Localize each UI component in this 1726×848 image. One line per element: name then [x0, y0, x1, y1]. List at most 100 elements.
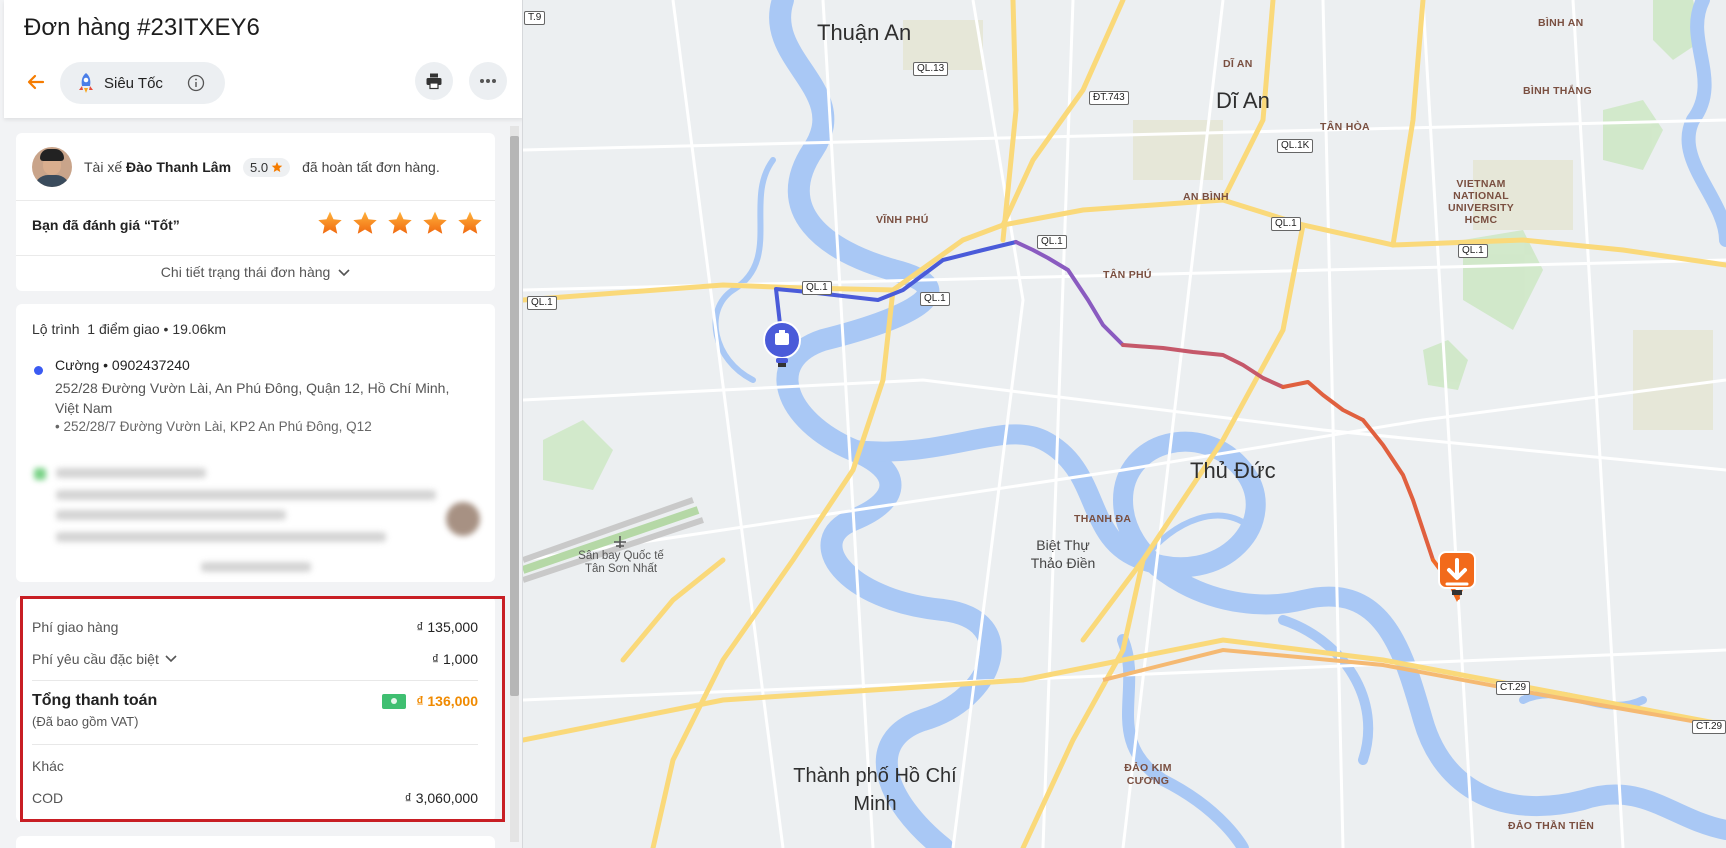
scrollbar-thumb[interactable]	[510, 136, 519, 696]
road-shield: QL.1	[527, 296, 557, 310]
road-shield: T.9	[524, 11, 546, 25]
cod-value: ₫ 3,060,000	[404, 790, 478, 806]
driver-status-text: đã hoàn tất đơn hàng.	[302, 159, 440, 175]
route-label: Lộ trình	[32, 321, 80, 337]
airport-icon	[614, 536, 626, 548]
download-pin-icon	[1438, 551, 1476, 602]
blurred-dropoff	[16, 444, 495, 582]
order-header: Đơn hàng #23ITXEY6 Siêu Tốc	[4, 0, 522, 118]
payment-card: Phí giao hàng ₫ 135,000 Phí yêu cầu đặc …	[16, 596, 495, 822]
map-label-airport: Sân bay Quốc tế Tân Sơn Nhất	[578, 550, 664, 575]
back-button[interactable]	[20, 66, 52, 98]
total-vat-note: (Đã bao gồm VAT)	[32, 714, 139, 729]
pickup-dot-icon	[34, 366, 43, 375]
divider	[16, 255, 495, 256]
road-shield: QL.1	[802, 281, 832, 295]
road-shield: QL.1	[920, 292, 950, 306]
arrow-left-icon	[27, 74, 45, 90]
map-label-di-an: Dĩ An	[1216, 88, 1270, 113]
star-icon[interactable]	[422, 210, 448, 236]
map-label-dao-kim-cuong: ĐẢO KIM CƯƠNG	[1124, 762, 1172, 787]
map-label-di-an-small: DĨ AN	[1223, 58, 1253, 70]
chevron-down-icon	[165, 655, 177, 663]
rating-text: Bạn đã đánh giá “Tốt”	[32, 217, 180, 233]
map-label-vnu: VIETNAM NATIONAL UNIVERSITY HCMC	[1447, 178, 1514, 226]
route-header: Lộ trình 1 điểm giao • 19.06km	[32, 321, 226, 337]
road-shield: QL.1	[1458, 244, 1488, 258]
star-icon[interactable]	[457, 210, 483, 236]
special-fee-value: ₫ 1,000	[431, 651, 478, 667]
delivery-fee-row: Phí giao hàng ₫ 135,000	[32, 619, 478, 635]
map-label-thuan-an: Thuận An	[817, 20, 912, 45]
map-label-thu-duc: Thủ Đức	[1190, 458, 1276, 483]
delivery-fee-value: ₫ 135,000	[416, 619, 478, 635]
total-row: Tổng thanh toán ₫ 136,000	[32, 692, 478, 710]
map-label-binh-thang: BÌNH THẮNG	[1523, 85, 1592, 97]
star-icon[interactable]	[352, 210, 378, 236]
pickup-note: • 252/28/7 Đường Vườn Lài, KP2 An Phú Đô…	[55, 419, 372, 434]
map-canvas	[523, 0, 1726, 848]
printer-icon	[426, 73, 442, 90]
map-label-tan-hoa: TÂN HÒA	[1320, 121, 1370, 133]
map-label-tan-phu: TÂN PHÚ	[1103, 269, 1152, 281]
driver-name: Đào Thanh Lâm	[126, 159, 232, 175]
map-label-dao-than-tien: ĐẢO THẦN TIÊN	[1508, 820, 1595, 832]
map-label-an-binh: AN BÌNH	[1183, 191, 1229, 203]
star-icon[interactable]	[387, 210, 413, 236]
total-value: ₫ 136,000	[416, 693, 478, 709]
print-button[interactable]	[415, 62, 453, 100]
other-row: Khác	[32, 758, 478, 774]
divider	[32, 744, 478, 745]
delivery-fee-label: Phí giao hàng	[32, 619, 119, 635]
cash-icon	[382, 693, 407, 709]
road-shield: CT.29	[1496, 681, 1531, 695]
cod-row: COD ₫ 3,060,000	[32, 790, 478, 806]
road-shield: QL.1K	[1277, 139, 1314, 153]
status-detail-label: Chi tiết trạng thái đơn hàng	[160, 264, 331, 280]
map-label-hcm: Thành phố Hồ Chí Minh	[793, 765, 957, 815]
road-shield: QL.1	[1037, 235, 1067, 249]
road-shield: QL.1	[1271, 217, 1301, 231]
order-title: Đơn hàng #23ITXEY6	[24, 14, 260, 41]
order-panel: Đơn hàng #23ITXEY6 Siêu Tốc Tài xế Đào T…	[0, 0, 523, 848]
road-shield: ĐT.743	[1089, 91, 1129, 105]
more-horizontal-icon	[480, 79, 496, 83]
driver-avatar	[32, 147, 72, 187]
total-amount: ₫ 136,000	[382, 693, 478, 709]
map-label-vinh-phu: VĨNH PHÚ	[876, 214, 929, 226]
route-card: Lộ trình 1 điểm giao • 19.06km Cường • 0…	[16, 304, 495, 582]
panel-scrollbar[interactable]	[510, 126, 519, 842]
info-icon[interactable]	[187, 74, 205, 92]
route-summary: 1 điểm giao • 19.06km	[87, 321, 227, 337]
star-icon	[271, 162, 283, 172]
driver-rating-badge: 5.0	[243, 157, 291, 177]
map-view[interactable]: Thuận An Dĩ An DĨ AN BÌNH AN BÌNH THẮNG …	[523, 0, 1726, 848]
other-label: Khác	[32, 758, 64, 774]
cod-label: COD	[32, 790, 64, 806]
chevron-down-icon	[338, 269, 350, 277]
map-label-thanh-da: THANH ĐA	[1074, 513, 1132, 525]
pickup-address: 252/28 Đường Vườn Lài, An Phú Đông, Quận…	[55, 380, 450, 416]
special-fee-label: Phí yêu cầu đặc biệt	[32, 651, 159, 667]
status-detail-link[interactable]: Chi tiết trạng thái đơn hàng	[16, 264, 495, 280]
road-shield: QL.13	[913, 62, 949, 76]
driver-rating: 5.0	[250, 159, 269, 175]
next-card	[16, 836, 495, 848]
divider	[16, 200, 495, 201]
map-pin-icon	[763, 321, 801, 367]
special-fee-toggle[interactable]: Phí yêu cầu đặc biệt	[32, 651, 177, 667]
driver-prefix: Tài xế	[84, 159, 123, 175]
rating-stars	[317, 210, 483, 236]
driver-info: Tài xế Đào Thanh Lâm 5.0 đã hoàn tất đơn…	[32, 147, 440, 187]
road-shield: CT.29	[1692, 720, 1726, 734]
map-label-biet-thu: Biệt Thự Thảo Điền	[1030, 537, 1096, 571]
more-options-button[interactable]	[469, 62, 507, 100]
rocket-icon	[79, 73, 93, 93]
special-fee-row: Phí yêu cầu đặc biệt ₫ 1,000	[32, 651, 478, 667]
total-label: Tổng thanh toán	[32, 692, 158, 709]
service-label: Siêu Tốc	[104, 74, 163, 92]
service-chip[interactable]: Siêu Tốc	[60, 62, 225, 104]
divider	[32, 680, 478, 681]
star-icon[interactable]	[317, 210, 343, 236]
map-label-binh-an: BÌNH AN	[1538, 17, 1584, 29]
